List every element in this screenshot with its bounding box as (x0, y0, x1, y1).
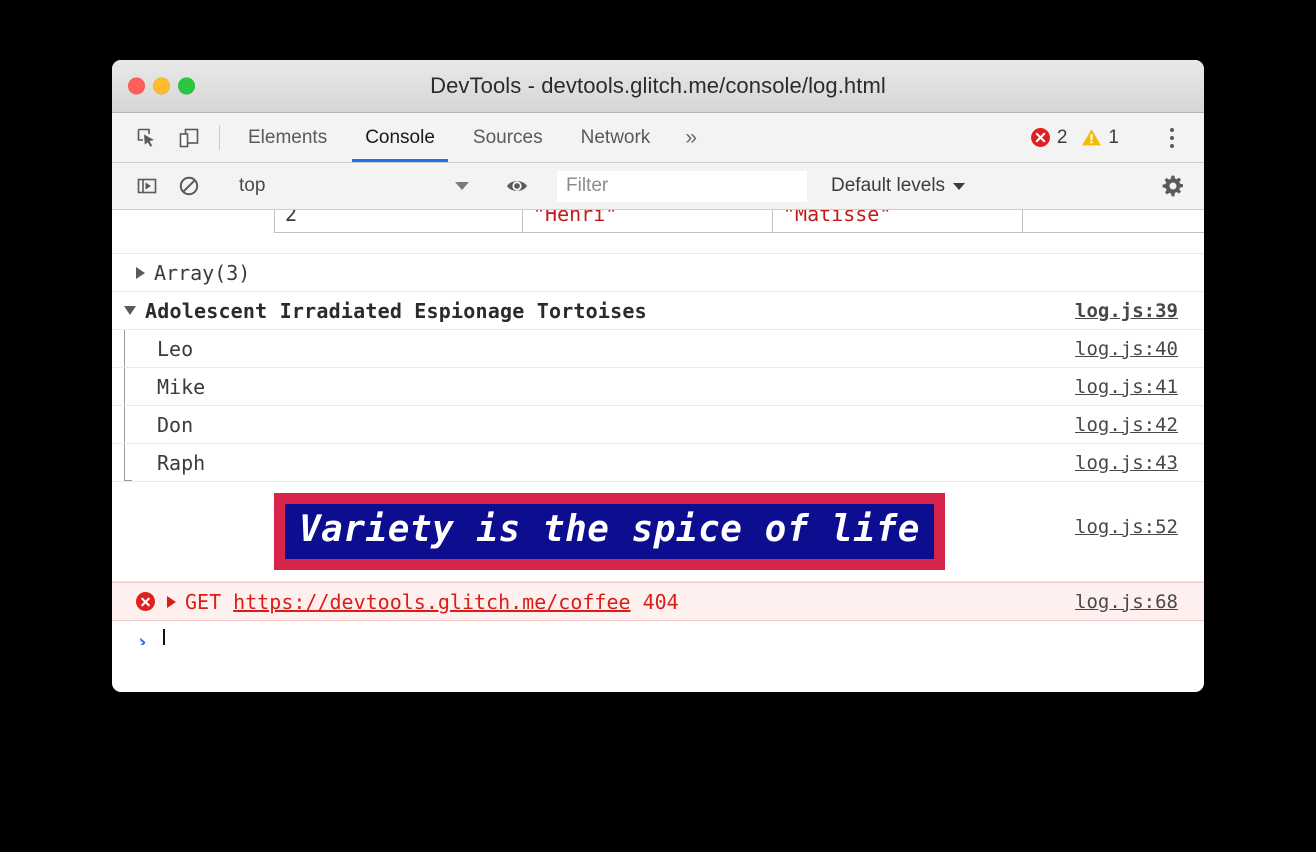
tab-network[interactable]: Network (562, 113, 670, 162)
table-cell-value-2: "Matisse" (773, 210, 1023, 233)
tab-console-label: Console (365, 127, 435, 149)
styled-message-text: Variety is the spice of life (299, 509, 920, 550)
more-tabs-button[interactable]: » (669, 113, 713, 162)
live-expression-icon[interactable] (496, 175, 538, 197)
window-traffic-lights (128, 78, 195, 95)
clear-console-icon[interactable] (168, 175, 210, 197)
console-group-item[interactable]: Raph log.js:43 (112, 444, 1204, 482)
log-levels-selector[interactable]: Default levels (821, 175, 975, 197)
error-method: GET (185, 590, 221, 614)
execution-context-selector[interactable]: top (229, 171, 477, 201)
console-group-header[interactable]: Adolescent Irradiated Espionage Tortoise… (112, 292, 1204, 330)
minimize-window-button[interactable] (153, 78, 170, 95)
array-summary-label: Array(3) (154, 261, 250, 285)
table-cell-value-3 (1023, 210, 1205, 233)
devtools-tabbar: Elements Console Sources Network » 2 1 (112, 113, 1204, 163)
console-message-text: Mike (157, 375, 205, 399)
expand-arrow-icon[interactable] (167, 596, 176, 608)
console-message-text: Raph (157, 451, 205, 475)
expand-arrow-icon[interactable] (136, 267, 145, 279)
source-link[interactable]: log.js:52 (1075, 516, 1178, 538)
tab-sources-label: Sources (473, 127, 543, 149)
chevron-down-icon (953, 183, 965, 190)
warning-triangle-icon (1081, 127, 1102, 148)
tab-elements-label: Elements (248, 127, 327, 149)
source-link[interactable]: log.js:42 (1075, 414, 1178, 436)
error-counter[interactable]: 2 (1030, 127, 1068, 149)
group-indent-line (124, 368, 125, 405)
table-cell-index: 2 (275, 210, 523, 233)
error-circle-icon (136, 592, 155, 611)
console-message-list[interactable]: 2 "Henri" "Matisse" Array(3) Adolescent … (112, 210, 1204, 645)
source-link[interactable]: log.js:39 (1075, 300, 1178, 322)
tab-network-label: Network (581, 127, 651, 149)
console-error-row[interactable]: GET https://devtools.glitch.me/coffee 40… (112, 582, 1204, 621)
error-status-code: 404 (643, 590, 679, 614)
warning-counter[interactable]: 1 (1081, 127, 1119, 149)
inspect-element-icon[interactable] (126, 113, 168, 162)
devtools-window: DevTools - devtools.glitch.me/console/lo… (112, 60, 1204, 692)
source-link[interactable]: log.js:43 (1075, 452, 1178, 474)
execution-context-label: top (239, 175, 455, 197)
source-link[interactable]: log.js:41 (1075, 376, 1178, 398)
device-toolbar-icon[interactable] (168, 113, 210, 162)
filter-input[interactable] (557, 171, 807, 202)
console-message-text: Don (157, 413, 193, 437)
console-message-text: Leo (157, 337, 193, 361)
error-count-label: 2 (1057, 127, 1068, 149)
error-circle-icon (1030, 127, 1051, 148)
styled-message-box: Variety is the spice of life (274, 493, 945, 570)
tab-console[interactable]: Console (346, 113, 454, 162)
console-styled-message-row[interactable]: Variety is the spice of life log.js:52 (112, 482, 1204, 582)
table-cell-value-1: "Henri" (523, 210, 773, 233)
source-link[interactable]: log.js:68 (1075, 591, 1178, 613)
console-group-title: Adolescent Irradiated Espionage Tortoise… (145, 299, 647, 323)
filterbar-right-area (1133, 174, 1204, 198)
console-group-item[interactable]: Leo log.js:40 (112, 330, 1204, 368)
tab-elements[interactable]: Elements (229, 113, 346, 162)
console-group-item[interactable]: Mike log.js:41 (112, 368, 1204, 406)
maximize-window-button[interactable] (178, 78, 195, 95)
warning-count-label: 1 (1108, 127, 1119, 149)
prompt-text-caret[interactable] (163, 629, 165, 645)
source-link[interactable]: log.js:40 (1075, 338, 1178, 360)
panel-tabs: Elements Console Sources Network » (229, 113, 713, 162)
close-window-button[interactable] (128, 78, 145, 95)
table-row: 2 "Henri" "Matisse" (275, 210, 1205, 233)
show-console-sidebar-icon[interactable] (126, 175, 168, 197)
array-summary-row[interactable]: Array(3) (112, 254, 1204, 292)
collapse-arrow-icon[interactable] (124, 306, 136, 315)
group-indent-line (124, 330, 125, 367)
window-title: DevTools - devtools.glitch.me/console/lo… (112, 73, 1204, 99)
console-group-item[interactable]: Don log.js:42 (112, 406, 1204, 444)
prompt-chevron-icon: › (136, 629, 149, 645)
console-table-row[interactable]: 2 "Henri" "Matisse" (112, 210, 1204, 254)
kebab-menu-icon[interactable] (1152, 113, 1192, 162)
settings-gear-icon[interactable] (1152, 174, 1194, 198)
tabbar-divider (219, 125, 220, 150)
tab-sources[interactable]: Sources (454, 113, 562, 162)
window-titlebar: DevTools - devtools.glitch.me/console/lo… (112, 60, 1204, 113)
chevron-down-icon (455, 182, 469, 190)
group-indent-line (124, 406, 125, 443)
console-filter-toolbar: top Default levels (112, 163, 1204, 210)
tabbar-status-area: 2 1 (1030, 113, 1204, 162)
error-url-link[interactable]: https://devtools.glitch.me/coffee (233, 590, 630, 614)
console-table: 2 "Henri" "Matisse" (274, 210, 1204, 233)
group-indent-line (124, 444, 125, 481)
log-levels-label: Default levels (831, 175, 945, 197)
console-prompt-row[interactable]: › (112, 621, 1204, 645)
